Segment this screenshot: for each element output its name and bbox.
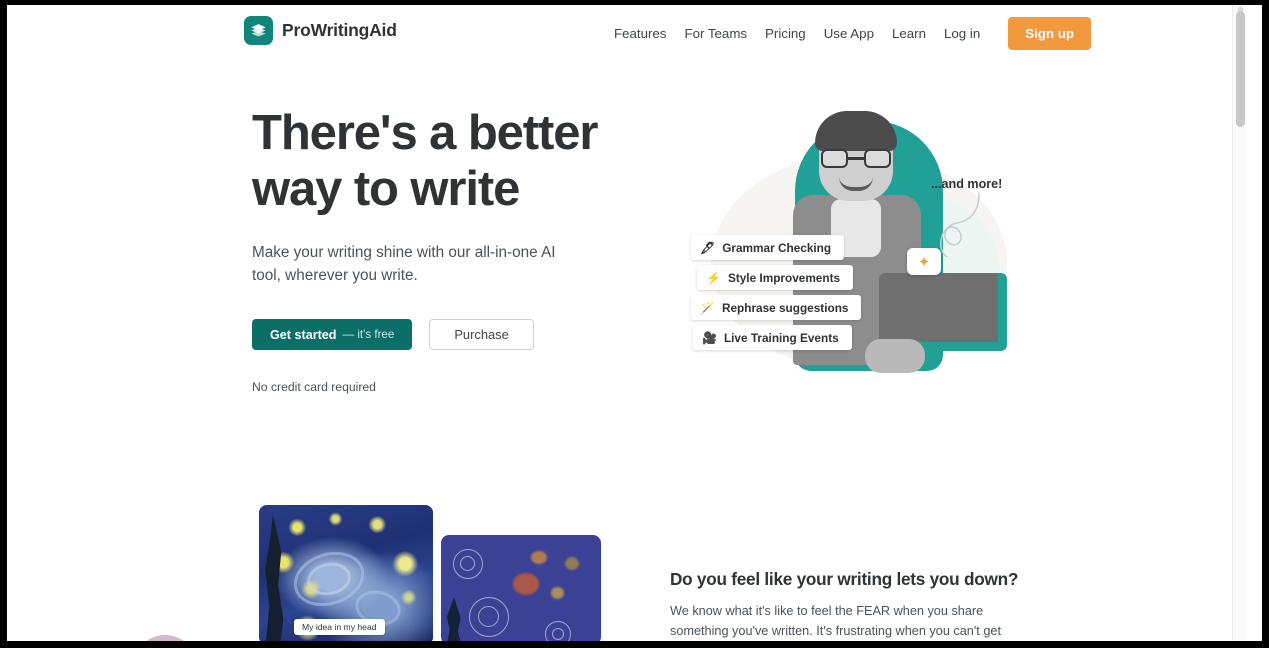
brand-logo[interactable]: ProWritingAid [244, 16, 397, 45]
glasses-left-lens [821, 149, 848, 168]
hero-illustration: ✦ ...and more! 🖋 Grammar Checking ⚡ Styl… [667, 101, 1027, 401]
nav-link-features[interactable]: Features [605, 26, 675, 41]
film-camera-icon: 🎥 [702, 330, 717, 345]
hero-title-line-2: way to write [252, 162, 520, 216]
hero-copy: There's a better way to write Make your … [252, 105, 632, 394]
purchase-button[interactable]: Purchase [429, 319, 534, 350]
section-title: Do you feel like your writing lets you d… [670, 569, 1019, 589]
chip-row: 🪄 Rephrase suggestions [691, 295, 951, 325]
chip-label: Rephrase suggestions [721, 300, 849, 315]
page-surface: ProWritingAid Features For Teams Pricing… [7, 5, 1262, 641]
sign-up-button[interactable]: Sign up [1008, 16, 1091, 50]
plain-sketch-image [441, 535, 601, 641]
hero-subtitle: Make your writing shine with our all-in-… [252, 244, 556, 284]
starry-night-image: My idea in my head [259, 505, 433, 641]
lightning-bolt-icon: ⚡ [706, 270, 721, 285]
magic-wand-icon: 🪄 [700, 300, 715, 315]
nav-link-use-app[interactable]: Use App [815, 26, 883, 41]
sketch-spiral [478, 606, 499, 627]
hero-title-line-1: There's a better [252, 106, 598, 160]
get-started-sublabel: — it's free [342, 328, 395, 341]
page-content: ProWritingAid Features For Teams Pricing… [7, 5, 1247, 641]
window-bottom-bar [0, 641, 1269, 648]
vertical-scrollbar[interactable] [1232, 5, 1247, 641]
browser-window: ProWritingAid Features For Teams Pricing… [0, 0, 1269, 648]
chip-style-improvements[interactable]: ⚡ Style Improvements [697, 265, 854, 290]
nav-link-for-teams[interactable]: For Teams [675, 26, 756, 41]
nav-link-pricing[interactable]: Pricing [756, 26, 815, 41]
chip-row: 🎥 Live Training Events [693, 325, 951, 355]
and-more-label: ...and more! [931, 177, 1003, 191]
main-navigation: Features For Teams Pricing Use App Learn… [605, 5, 1091, 61]
glasses-right-lens [864, 149, 891, 168]
chip-row: ⚡ Style Improvements [697, 265, 951, 295]
sketch-blob [565, 557, 579, 570]
section-writing-lets-you-down: Do you feel like your writing lets you d… [670, 569, 1020, 641]
get-started-button[interactable]: Get started — it's free [252, 319, 413, 350]
hero-actions: Get started — it's free Purchase [252, 319, 632, 350]
section-body: We know what it's like to feel the FEAR … [670, 604, 1001, 638]
cypress-tree [445, 597, 463, 641]
chip-label: Grammar Checking [722, 240, 832, 255]
sketch-blob [513, 573, 539, 595]
page-title: There's a better way to write [252, 105, 632, 217]
no-credit-card-note: No credit card required [252, 380, 376, 394]
chip-live-training-events[interactable]: 🎥 Live Training Events [693, 325, 852, 350]
stacked-pages-icon [244, 16, 273, 45]
brand-name: ProWritingAid [282, 20, 397, 40]
sketch-blob [531, 551, 547, 564]
chip-grammar-checking[interactable]: 🖋 Grammar Checking [691, 235, 845, 260]
sketch-spiral [460, 556, 475, 571]
glasses-bridge [848, 157, 864, 160]
sketch-blob [551, 587, 564, 599]
chip-label: Live Training Events [723, 330, 839, 345]
get-started-label: Get started [270, 327, 337, 342]
nav-link-log-in[interactable]: Log in [935, 26, 989, 41]
glasses-icon [821, 149, 891, 168]
feature-chip-list: 🖋 Grammar Checking ⚡ Style Improvements … [691, 235, 951, 355]
person-hair [815, 111, 897, 151]
sketch-spiral [552, 628, 564, 640]
chip-rephrase-suggestions[interactable]: 🪄 Rephrase suggestions [691, 295, 862, 320]
site-header: ProWritingAid Features For Teams Pricing… [7, 5, 1247, 61]
chip-row: 🖋 Grammar Checking [691, 235, 951, 265]
quill-pen-icon: 🖋 [700, 240, 716, 255]
scrollbar-thumb[interactable] [1236, 11, 1245, 127]
starry-night-caption: My idea in my head [294, 619, 385, 635]
chip-label: Style Improvements [727, 270, 841, 285]
nav-link-learn[interactable]: Learn [883, 26, 935, 41]
